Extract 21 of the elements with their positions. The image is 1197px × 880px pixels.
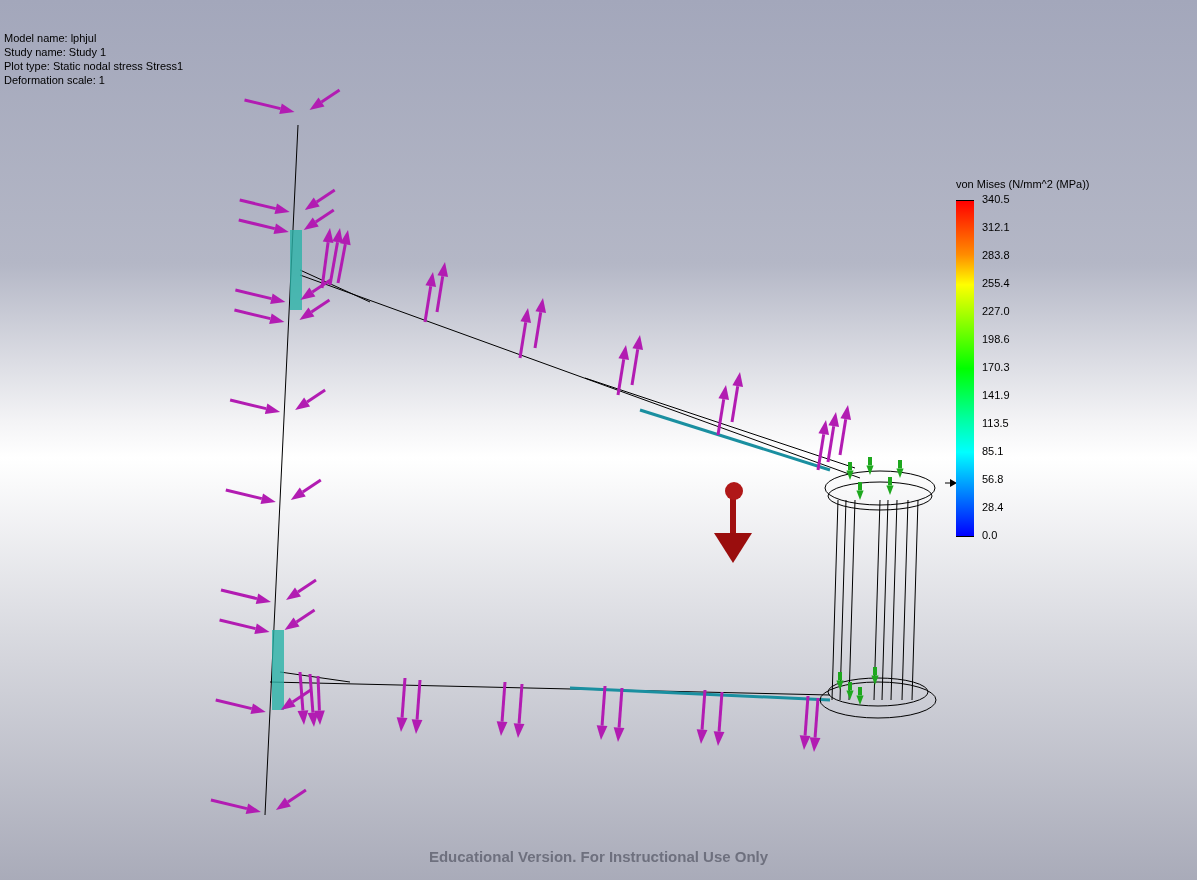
scale-label: 56.8: [982, 473, 1005, 486]
scale-label: 85.1: [982, 445, 1005, 458]
gravity-arrow-icon: [714, 482, 752, 563]
value-pointer-icon: [944, 479, 957, 487]
scale-label: 141.9: [982, 389, 1010, 402]
scale-label: 340.5: [982, 193, 1010, 206]
plot-info-text: Study name: Study 1: [4, 45, 108, 59]
scale-label: 28.4: [982, 501, 1005, 514]
scale-label: 170.3: [982, 361, 1010, 374]
legend-title: von Mises (N/mm^2 (MPa)): [956, 178, 1090, 190]
scale-label: 312.1: [982, 221, 1010, 234]
scale-label: 283.8: [982, 249, 1010, 262]
scale-label: 198.6: [982, 333, 1010, 346]
scale-label: 113.5: [982, 417, 1010, 430]
plot-info-text: Plot type: Static nodal stress Stress1: [4, 59, 184, 73]
plot-info-text: Deformation scale: 1: [4, 73, 106, 87]
scale-label: 227.0: [982, 305, 1010, 318]
scale-label: 255.4: [982, 277, 1010, 290]
plot-info-text: Model name: lphjul: [4, 31, 98, 45]
scale-label: 0.0: [982, 529, 999, 542]
footer-notice: Educational Version. For Instructional Use Only: [427, 848, 770, 865]
